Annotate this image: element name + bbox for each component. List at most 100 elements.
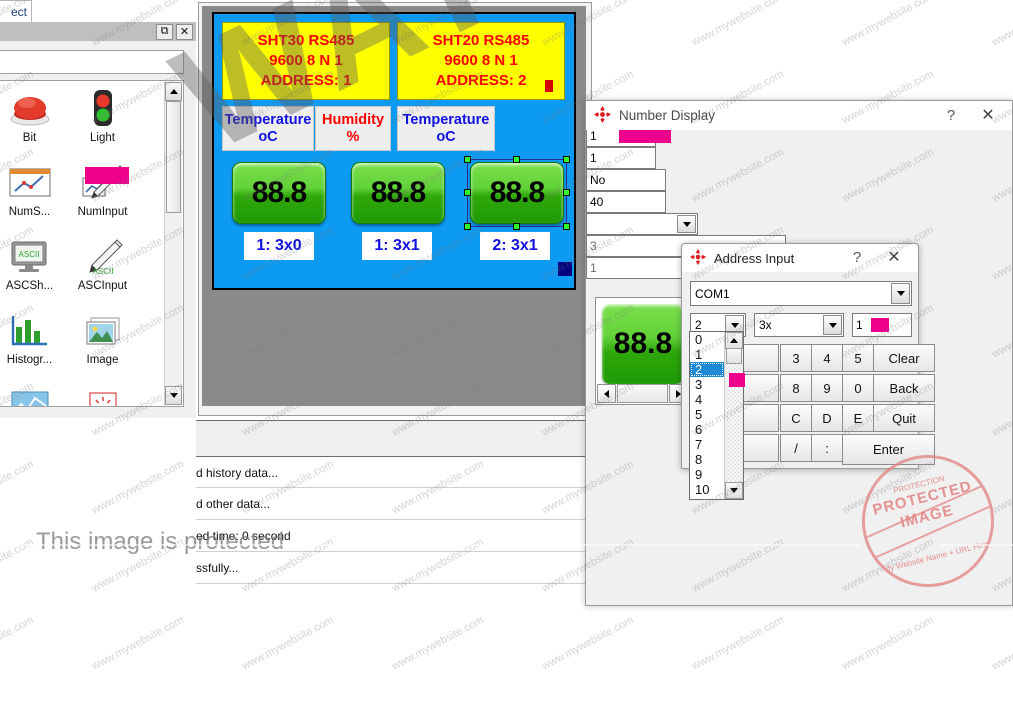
key-label: C — [791, 410, 801, 426]
selection-handle[interactable] — [513, 223, 520, 230]
preview-scroll-thumb[interactable] — [617, 384, 668, 403]
address-marker-icon — [545, 80, 553, 92]
status-indicator[interactable] — [558, 262, 572, 276]
caption-humidity[interactable]: Humidity % — [315, 106, 391, 151]
offset-field[interactable]: 1 — [852, 313, 912, 337]
key-label: 5 — [854, 350, 862, 366]
address-input-titlebar[interactable]: Address Input ? ✕ — [682, 244, 918, 272]
tool-label: ASCSh... — [5, 280, 54, 292]
selection-handle[interactable] — [464, 156, 471, 163]
key-quit[interactable]: Quit — [873, 404, 935, 432]
editor-canvas-background: SHT30 RS485 9600 8 N 1 ADDRESS: 1 SHT20 … — [202, 6, 586, 406]
key-c[interactable]: C — [780, 404, 812, 432]
tool-image[interactable]: Image — [66, 305, 139, 379]
panel-header-2[interactable]: SHT20 RS485 9600 8 N 1 ADDRESS: 2 — [397, 22, 565, 100]
watermark-protected-text: This image is protected — [36, 528, 285, 555]
app-logo-icon — [594, 105, 611, 126]
address-tag-1[interactable]: 1: 3x0 — [244, 232, 314, 260]
dropdown-scrollbar[interactable] — [724, 332, 743, 499]
key-4[interactable]: 4 — [811, 344, 843, 372]
watermark-tile: www.mywebsite.com — [690, 614, 786, 673]
key-label: D — [822, 410, 832, 426]
selection-handle[interactable] — [513, 156, 520, 163]
hmi-screen[interactable]: SHT30 RS485 9600 8 N 1 ADDRESS: 1 SHT20 … — [212, 12, 576, 290]
show-type-field[interactable]: 1 — [586, 147, 656, 169]
search-input[interactable] — [0, 50, 184, 74]
panel-line: ADDRESS: 2 — [435, 71, 527, 89]
watermark-tile: www.mywebsite.com — [990, 614, 1013, 673]
scroll-up-button[interactable] — [165, 82, 182, 101]
key-d[interactable]: D — [811, 404, 843, 432]
scroll-down-button[interactable] — [165, 386, 182, 405]
tool-histogram[interactable]: Histogr... — [0, 305, 66, 379]
selection-handle[interactable] — [563, 189, 570, 196]
tool-label: ASCInput — [77, 280, 128, 292]
help-icon[interactable]: ? — [848, 249, 866, 266]
shape-preview[interactable]: 88.8 — [595, 297, 690, 405]
tab-project[interactable]: ect — [0, 0, 32, 22]
preview-scrollbar[interactable] — [597, 384, 688, 403]
close-icon[interactable]: ✕ — [884, 247, 904, 267]
close-icon[interactable]: ✕ — [978, 105, 998, 125]
tool-ascinput[interactable]: ASCII ASCInput — [66, 231, 139, 305]
dropdown-option-selected[interactable]: 2 — [690, 362, 724, 377]
dropdown-scroll-down[interactable] — [725, 482, 743, 499]
component-palette: Bit Light NumS... NumInput ASCII ASCSh..… — [0, 80, 184, 407]
watermark-tile: www.mywebsite.com — [0, 458, 36, 517]
tool-bit[interactable]: Bit — [0, 83, 66, 157]
selection-handle[interactable] — [563, 223, 570, 230]
palette-scrollbar[interactable] — [164, 82, 182, 405]
close-icon[interactable]: ✕ — [176, 23, 193, 40]
size-field[interactable]: 40 — [586, 191, 666, 213]
key-clear[interactable]: Clear — [873, 344, 935, 372]
number-display-titlebar[interactable]: Number Display ? ✕ — [586, 101, 1012, 130]
help-icon[interactable]: ? — [942, 107, 960, 124]
key-colon[interactable]: : — [811, 434, 843, 462]
dropdown-scroll-thumb[interactable] — [726, 348, 742, 364]
selection-handle[interactable] — [464, 189, 471, 196]
caption-temperature-2[interactable]: Temperature oC — [397, 106, 495, 151]
log-row-text: ssfully... — [196, 560, 239, 575]
tool-light[interactable]: Light — [66, 83, 139, 157]
size-combo[interactable] — [586, 213, 698, 235]
address-tag-3[interactable]: 2: 3x1 — [480, 232, 550, 260]
key-9[interactable]: 9 — [811, 374, 843, 402]
tool-numshow[interactable]: NumS... — [0, 157, 66, 231]
scroll-thumb[interactable] — [166, 101, 181, 213]
area-value: 3x — [759, 318, 772, 332]
restore-icon[interactable]: ⧉ — [156, 23, 173, 40]
key-5[interactable]: 5 — [842, 344, 874, 372]
station-dropdown-list[interactable]: 0 1 2 3 4 5 6 7 8 9 10 — [689, 331, 744, 500]
tool-label: Bit — [22, 132, 37, 144]
selection-handle[interactable] — [464, 223, 471, 230]
port-combo[interactable]: COM1 — [690, 281, 912, 306]
key-e[interactable]: E — [842, 404, 874, 432]
area-combo[interactable]: 3x — [754, 313, 844, 337]
chevron-down-icon[interactable] — [677, 215, 696, 233]
key-label: / — [794, 440, 798, 456]
key-8[interactable]: 8 — [780, 374, 812, 402]
chevron-down-icon[interactable] — [891, 283, 910, 304]
font-field[interactable]: No — [586, 169, 666, 191]
number-value: 88.8 — [251, 176, 307, 209]
tool-trend[interactable] — [0, 379, 66, 406]
key-0[interactable]: 0 — [842, 374, 874, 402]
preview-value: 88.8 — [613, 327, 673, 360]
chevron-down-icon[interactable] — [823, 315, 842, 335]
address-tag-2[interactable]: 1: 3x1 — [362, 232, 432, 260]
tool-alarm[interactable] — [66, 379, 139, 406]
preview-scroll-left[interactable] — [597, 384, 616, 403]
key-back[interactable]: Back — [873, 374, 935, 402]
number-display-2[interactable]: 88.8 — [351, 162, 445, 224]
number-display-1[interactable]: 88.8 — [232, 162, 326, 224]
alarm-lamp-icon — [81, 383, 125, 406]
traffic-light-icon — [90, 87, 116, 131]
selection-handle[interactable] — [563, 156, 570, 163]
caption-temperature-1[interactable]: Temperature oC — [222, 106, 314, 151]
key-label: 4 — [823, 350, 831, 366]
dropdown-scroll-up[interactable] — [725, 332, 743, 349]
key-slash[interactable]: / — [780, 434, 812, 462]
key-3[interactable]: 3 — [780, 344, 812, 372]
panel-header-1[interactable]: SHT30 RS485 9600 8 N 1 ADDRESS: 1 — [222, 22, 390, 100]
tool-ascshow[interactable]: ASCII ASCSh... — [0, 231, 66, 305]
